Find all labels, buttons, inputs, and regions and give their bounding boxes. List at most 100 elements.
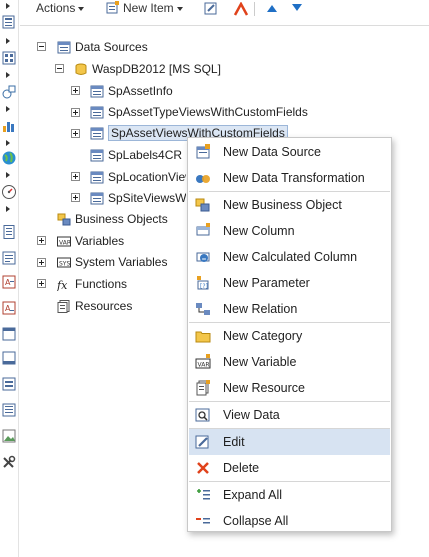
tree-node-table[interactable]: SpLabels4CR <box>90 146 182 164</box>
table-icon <box>90 192 104 204</box>
tree-node-system-variables[interactable]: SYS System Variables <box>57 253 167 271</box>
grid-icon[interactable] <box>1 50 17 66</box>
expand-arrow-icon[interactable] <box>6 140 10 146</box>
context-menu: New Data Source New Data Transformation … <box>187 137 392 532</box>
table-icon <box>90 171 104 183</box>
globe-icon[interactable] <box>1 150 17 166</box>
expand-arrow-icon[interactable] <box>6 38 10 44</box>
expand-icon[interactable] <box>37 258 46 267</box>
menu-item-view-data[interactable]: View Data <box>189 402 390 428</box>
expand-arrow-icon[interactable] <box>6 172 10 178</box>
menu-item-new-business-object[interactable]: New Business Object <box>189 192 390 218</box>
expand-icon[interactable] <box>71 86 80 95</box>
tree-node-label: System Variables <box>75 255 168 269</box>
function-fx-icon: fx <box>57 279 68 291</box>
tree-node-table[interactable]: SpLocationView <box>90 168 186 186</box>
menu-item-label: New Parameter <box>223 276 310 290</box>
move-down-icon[interactable] <box>291 3 303 13</box>
menu-item-new-calculated-column[interactable]: = New Calculated Column <box>189 244 390 270</box>
edit-icon[interactable] <box>204 2 218 15</box>
folder-icon <box>195 331 211 343</box>
move-up-icon[interactable] <box>266 3 278 13</box>
edit-icon <box>195 435 209 449</box>
tree-node-resources[interactable]: Resources <box>57 297 132 315</box>
menu-item-label: Expand All <box>223 488 283 502</box>
tree-node-label: SpAssetInfo <box>108 84 173 98</box>
footer-band-icon[interactable] <box>1 350 17 366</box>
menu-item-label: New Resource <box>223 381 305 395</box>
menu-item-edit[interactable]: Edit <box>189 429 390 455</box>
tree-node-label: Resources <box>75 299 133 313</box>
view-data-icon <box>195 408 210 422</box>
shapes-icon[interactable] <box>1 84 17 100</box>
expand-icon[interactable] <box>37 279 46 288</box>
new-item-menu[interactable]: New Item <box>123 1 183 15</box>
calculated-column-icon: = <box>196 252 210 263</box>
svg-text:VAR: VAR <box>198 362 210 369</box>
delete-icon[interactable] <box>233 2 249 16</box>
expand-arrow-icon[interactable] <box>6 3 10 9</box>
expand-arrow-icon[interactable] <box>6 206 10 212</box>
menu-item-new-category[interactable]: New Category <box>189 323 390 349</box>
tree-node-connection[interactable]: WaspDB2012 [MS SQL] <box>74 60 221 78</box>
tree-node-table[interactable]: SpSiteViewsWi <box>90 189 186 207</box>
top-toolbar: Actions New Item <box>20 0 429 26</box>
rich-text-icon[interactable]: A <box>1 274 17 290</box>
menu-item-new-data-transformation[interactable]: New Data Transformation <box>189 165 390 191</box>
menu-item-new-relation[interactable]: New Relation <box>189 296 390 322</box>
svg-text:=: = <box>202 256 207 263</box>
menu-item-new-parameter[interactable]: [?] New Parameter <box>189 270 390 296</box>
menu-item-expand-all[interactable]: Expand All <box>189 482 390 508</box>
expand-icon[interactable] <box>71 172 80 181</box>
text-format-icon[interactable]: A <box>1 300 17 316</box>
expand-arrow-icon[interactable] <box>6 106 10 112</box>
report-page-icon[interactable] <box>1 14 17 30</box>
tree-node-table[interactable]: SpAssetTypeViewsWithCustomFields <box>90 103 308 121</box>
tree-node-functions[interactable]: fx Functions <box>57 275 127 293</box>
expand-all-icon <box>197 489 210 500</box>
expand-icon[interactable] <box>71 129 80 138</box>
expand-icon[interactable] <box>71 108 80 117</box>
tree-node-business-objects[interactable]: Business Objects <box>57 210 168 228</box>
menu-item-new-resource[interactable]: New Resource <box>189 375 390 401</box>
menu-item-new-column[interactable]: New Column <box>189 218 390 244</box>
data-transformation-icon <box>196 175 210 183</box>
text-block-icon[interactable] <box>1 250 17 266</box>
tools-icon[interactable] <box>1 454 17 470</box>
collapse-icon[interactable] <box>37 42 46 51</box>
text-page-icon[interactable] <box>1 224 17 240</box>
menu-item-new-data-source[interactable]: New Data Source <box>189 139 390 165</box>
collapse-icon[interactable] <box>55 64 64 73</box>
actions-menu[interactable]: Actions <box>36 1 85 15</box>
expand-icon[interactable] <box>37 236 46 245</box>
image-icon[interactable] <box>1 428 17 444</box>
tree-node-data-sources[interactable]: Data Sources <box>57 38 148 56</box>
tree-node-label: Business Objects <box>75 212 168 226</box>
tree-node-table[interactable]: SpAssetInfo <box>90 82 173 100</box>
gauge-icon[interactable] <box>1 184 17 200</box>
menu-item-label: New Calculated Column <box>223 250 358 264</box>
menu-item-delete[interactable]: Delete <box>189 455 390 481</box>
bar-chart-icon[interactable] <box>1 118 17 134</box>
expand-icon[interactable] <box>71 193 80 202</box>
collapse-all-icon <box>196 518 210 524</box>
svg-text:[?]: [?] <box>200 283 208 290</box>
menu-item-new-variable[interactable]: VAR New Variable <box>189 349 390 375</box>
data-band-icon[interactable] <box>1 376 17 392</box>
tree-node-variables[interactable]: VAR Variables <box>57 232 124 250</box>
parameter-icon: [?] <box>197 276 209 290</box>
menu-item-label: New Column <box>223 224 295 238</box>
delete-icon <box>197 462 209 474</box>
header-band-icon[interactable] <box>1 326 17 342</box>
database-icon <box>75 63 87 75</box>
left-toolbar: A A <box>0 0 19 557</box>
menu-item-label: View Data <box>223 408 280 422</box>
tree-node-label: WaspDB2012 [MS SQL] <box>92 62 221 76</box>
toolbar-separator <box>254 2 255 16</box>
table-icon[interactable] <box>1 402 17 418</box>
tree-node-label: Functions <box>75 277 128 291</box>
expand-arrow-icon[interactable] <box>6 72 10 78</box>
svg-text:VAR: VAR <box>59 239 71 246</box>
data-sources-icon <box>57 41 71 53</box>
menu-item-collapse-all[interactable]: Collapse All <box>189 508 390 534</box>
